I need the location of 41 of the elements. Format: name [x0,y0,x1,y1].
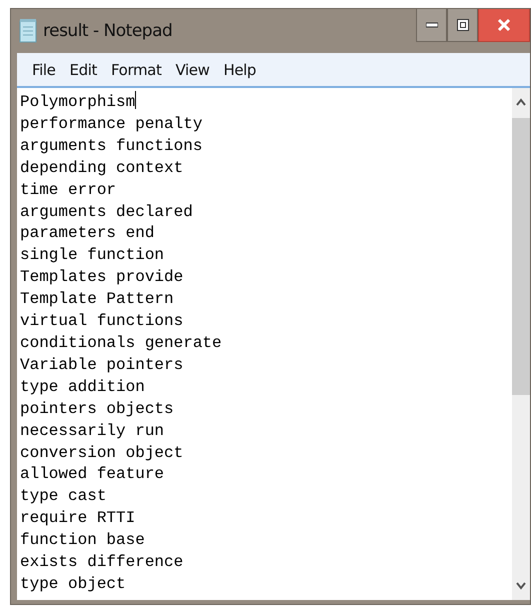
text-line: depending context [20,158,184,179]
text-line: type cast [20,486,106,508]
scrollbar-thumb[interactable] [512,118,530,395]
scrollbar[interactable] [512,88,530,600]
menu-item[interactable]: File [25,60,63,78]
close-button[interactable] [478,9,530,42]
text-line: pointers objects [20,398,174,420]
window-title: result - Notepad [43,21,172,41]
text-line: arguments functions [20,136,202,157]
text-line: arguments declared [20,202,193,223]
close-icon [497,18,511,32]
text-line: allowed feature [20,464,164,486]
menu-item[interactable]: Format [104,60,168,78]
menu-item[interactable]: Edit [62,60,104,78]
text-line: Polymorphism [20,91,136,113]
text-line: parameters end [20,223,154,244]
text-line: necessarily run [20,420,164,442]
scroll-up-icon[interactable] [516,98,526,106]
text-line: require RTTI [20,508,136,530]
notepad-icon [19,19,37,43]
text-line: type addition [20,376,145,398]
text-line: Template Pattern [20,289,174,310]
minimize-icon [426,22,438,28]
text-line: exists difference [20,552,184,574]
text-line: Templates provide [20,267,184,288]
menu-item[interactable]: View [168,60,216,78]
text-line: performance penalty [20,114,202,135]
text-cursor [135,91,136,109]
minimize-button[interactable] [416,9,447,42]
text-line: single function [20,245,164,266]
scroll-down-icon[interactable] [516,582,526,590]
maximize-button[interactable] [447,9,478,42]
text-line: Variable pointers [20,354,184,376]
menu-item[interactable]: Help [216,60,264,78]
text-line: conditionals generate [20,332,222,354]
text-line: conversion object [20,442,184,464]
text-line: virtual functions [20,311,184,332]
maximize-icon [456,19,468,31]
text-line: function base [20,530,145,552]
text-line: time error [20,180,116,201]
text-line: type object [20,574,126,595]
